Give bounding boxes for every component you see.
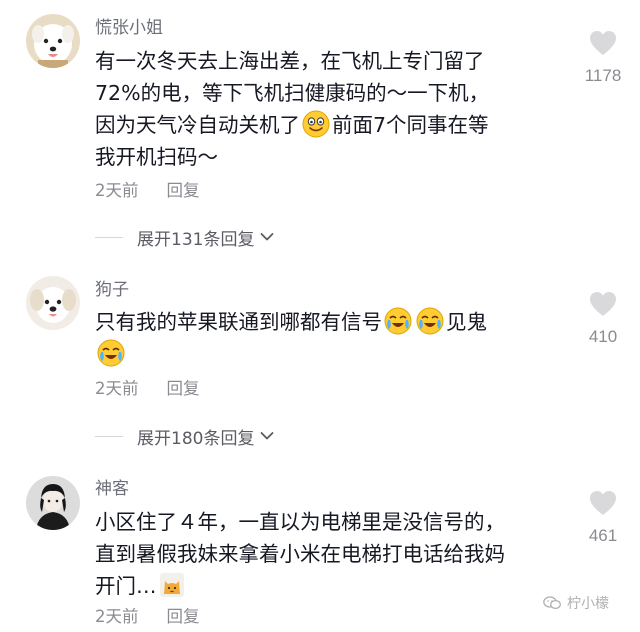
comment-text-line: 只有我的苹果联通到哪都有信号 见鬼	[95, 306, 565, 338]
like-button[interactable]: 1178	[578, 30, 628, 86]
puppy-avatar-icon	[26, 276, 80, 330]
comment-text-line: 直到暑假我妹来拿着小米在电梯打电话给我妈	[95, 542, 505, 566]
chevron-down-icon	[261, 432, 274, 440]
like-count: 461	[588, 526, 618, 545]
comment-text: 小区住了４年，一直以为电梯里是没信号的， 直到暑假我妹来拿着小米在电梯打电话给我…	[95, 506, 565, 602]
comment-username[interactable]: 神客	[95, 478, 129, 500]
comment-meta: 2天前 回复	[95, 180, 200, 202]
comment-time: 2天前	[95, 379, 139, 398]
comment-text-line: 小区住了４年，一直以为电梯里是没信号的，	[95, 510, 505, 534]
heart-icon	[590, 491, 616, 515]
watermark-text: 柠小檬	[567, 596, 609, 612]
comment-text-segment: 前面7个同事在等	[332, 113, 489, 137]
anime-character-avatar-icon	[26, 476, 80, 530]
smiling-face-emoji-icon	[302, 110, 330, 138]
comment-text-segment: 见鬼	[446, 310, 487, 334]
like-count: 410	[588, 327, 618, 346]
comment-time: 2天前	[95, 607, 139, 626]
reply-button[interactable]: 回复	[167, 607, 200, 626]
comment-text-segment: 只有我的苹果联通到哪都有信号	[95, 310, 382, 334]
like-count: 1178	[584, 66, 622, 85]
expand-replies-label: 展开180条回复	[137, 428, 255, 449]
comment-meta: 2天前 回复	[95, 606, 200, 628]
heart-icon	[590, 292, 616, 316]
avatar[interactable]	[26, 476, 80, 530]
comment-text-segment: 因为天气冷自动关机了	[95, 113, 300, 137]
comment-text-line: 72%的电，等下飞机扫健康码的～一下机，	[95, 81, 490, 105]
expand-replies-button[interactable]: 展开131条回复	[95, 225, 274, 250]
watermark: 柠小檬	[543, 593, 609, 613]
avatar[interactable]	[26, 14, 80, 68]
like-button[interactable]: 410	[578, 291, 628, 347]
chevron-down-icon	[261, 233, 274, 241]
comment-text: 有一次冬天去上海出差，在飞机上专门留了 72%的电，等下飞机扫健康码的～一下机，…	[95, 45, 565, 173]
avatar[interactable]	[26, 276, 80, 330]
comment-text-line: 因为天气冷自动关机了 前面7个同事在等	[95, 109, 565, 141]
heart-icon	[590, 31, 616, 55]
comment-text-line: 有一次冬天去上海出差，在飞机上专门留了	[95, 49, 485, 73]
wechat-icon	[543, 596, 561, 610]
crying-laughing-emoji-icon	[416, 307, 444, 335]
like-button[interactable]: 461	[578, 490, 628, 546]
comment-text-segment: 开门…	[95, 574, 157, 598]
comment-text-line	[95, 338, 565, 370]
comment-text-line: 开门…	[95, 570, 565, 602]
crying-laughing-emoji-icon	[384, 307, 412, 335]
comment-meta: 2天前 回复	[95, 378, 200, 400]
expand-replies-button[interactable]: 展开180条回复	[95, 424, 274, 449]
comment-username[interactable]: 狗子	[95, 279, 129, 301]
comment-time: 2天前	[95, 181, 139, 200]
expand-replies-label: 展开131条回复	[137, 229, 255, 250]
divider	[95, 236, 123, 238]
crying-laughing-emoji-icon	[97, 339, 125, 367]
cat-sticker-icon	[159, 573, 184, 597]
white-dog-avatar-icon	[26, 14, 80, 68]
divider	[95, 435, 123, 437]
comment-text: 只有我的苹果联通到哪都有信号 见鬼	[95, 306, 565, 370]
comment-text-line: 我开机扫码～	[95, 145, 218, 169]
reply-button[interactable]: 回复	[167, 181, 200, 200]
comment-username[interactable]: 慌张小姐	[95, 17, 163, 39]
reply-button[interactable]: 回复	[167, 379, 200, 398]
